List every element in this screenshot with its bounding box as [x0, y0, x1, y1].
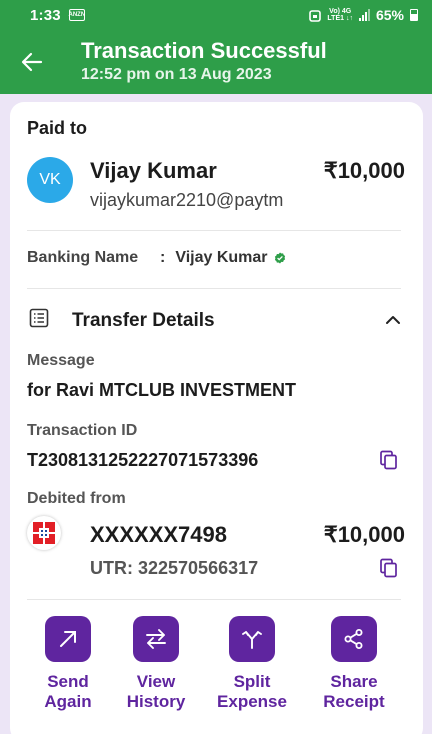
divider: [27, 599, 401, 600]
transaction-datetime: 12:52 pm on 13 Aug 2023: [81, 66, 272, 83]
bank-logo-icon: [33, 522, 55, 544]
view-history-line1: View: [136, 672, 176, 691]
network-label-bottom: LTE1 ↓↑: [327, 15, 353, 22]
split-expense-label: Split Expense: [207, 672, 297, 712]
share-receipt-label: Share Receipt: [309, 672, 399, 712]
swap-arrows-icon: [146, 629, 166, 649]
page-title: Transaction Successful: [81, 38, 327, 63]
send-again-button[interactable]: Send Again: [23, 616, 113, 712]
payee-upi-id: vijaykumar2210@paytm: [90, 190, 284, 210]
split-expense-line2: Expense: [217, 692, 287, 711]
verified-icon: [274, 252, 285, 264]
transfer-details-title: Transfer Details: [72, 310, 215, 331]
split-expense-icon-box[interactable]: [229, 616, 275, 662]
message-label: Message: [27, 352, 95, 369]
action-bar: Send Again View History Split Expense Sh…: [10, 616, 423, 726]
notification-icon: ANZN: [69, 9, 85, 21]
send-again-icon-box[interactable]: [45, 616, 91, 662]
back-button[interactable]: [18, 48, 46, 76]
network-label-top: Vo) 4G: [329, 8, 352, 15]
transaction-card: Paid to VK Vijay Kumar vijaykumar2210@pa…: [10, 102, 423, 734]
view-history-button[interactable]: View History: [111, 616, 201, 712]
back-arrow-icon: [21, 52, 43, 72]
battery-icon: [410, 9, 418, 21]
network-label: Vo) 4G LTE1 ↓↑: [327, 8, 353, 22]
send-again-line1: Send: [47, 672, 89, 691]
battery-percent: 65%: [375, 7, 404, 23]
utr-number: UTR: 322570566317: [90, 558, 259, 578]
message-value: for Ravi MTCLUB INVESTMENT: [27, 380, 297, 400]
payee-name: Vijay Kumar: [90, 158, 217, 183]
paid-amount: ₹10,000: [323, 158, 405, 183]
view-history-label: View History: [111, 672, 201, 712]
debited-amount: ₹10,000: [323, 522, 405, 547]
send-again-line2: Again: [44, 692, 92, 711]
banking-separator: :: [160, 249, 166, 266]
copy-icon[interactable]: [379, 558, 399, 578]
paid-to-label: Paid to: [27, 118, 88, 138]
status-bar: 1:33 ANZN Vo) 4G LTE1 ↓↑ 65%: [0, 0, 432, 30]
view-history-line2: History: [126, 692, 186, 711]
banking-name-label: Banking Name: [27, 249, 139, 266]
status-right: Vo) 4G LTE1 ↓↑ 65%: [309, 7, 418, 23]
status-time: 1:33: [30, 6, 61, 24]
signal-icon: [358, 9, 370, 21]
share-receipt-line1: Share: [330, 672, 378, 691]
debited-from-label: Debited from: [27, 490, 126, 507]
split-expense-line1: Split: [233, 672, 271, 691]
share-receipt-icon-box[interactable]: [331, 616, 377, 662]
share-icon: [344, 629, 363, 649]
app-bar: Transaction Successful 12:52 pm on 13 Au…: [0, 30, 432, 94]
chevron-up-icon[interactable]: [385, 312, 401, 328]
copy-icon[interactable]: [379, 450, 399, 470]
divider: [27, 288, 401, 289]
avatar: VK: [27, 157, 73, 203]
view-history-icon-box[interactable]: [133, 616, 179, 662]
split-expense-button[interactable]: Split Expense: [207, 616, 297, 712]
divider: [27, 230, 401, 231]
send-again-label: Send Again: [23, 672, 113, 712]
split-icon: [242, 631, 262, 649]
banking-name-value: : Vijay Kumar: [160, 249, 286, 267]
arrow-up-right-icon: [60, 631, 76, 647]
share-receipt-line2: Receipt: [323, 692, 385, 711]
banking-name-text: Vijay Kumar: [175, 249, 268, 266]
document-list-icon: [29, 308, 49, 328]
account-number: XXXXXX7498: [90, 522, 227, 547]
transaction-id-value: T2308131252227071573396: [27, 450, 259, 470]
transaction-id-label: Transaction ID: [27, 422, 138, 439]
share-receipt-button[interactable]: Share Receipt: [309, 616, 399, 712]
alarm-icon: [309, 10, 322, 22]
bank-logo: [27, 516, 61, 550]
